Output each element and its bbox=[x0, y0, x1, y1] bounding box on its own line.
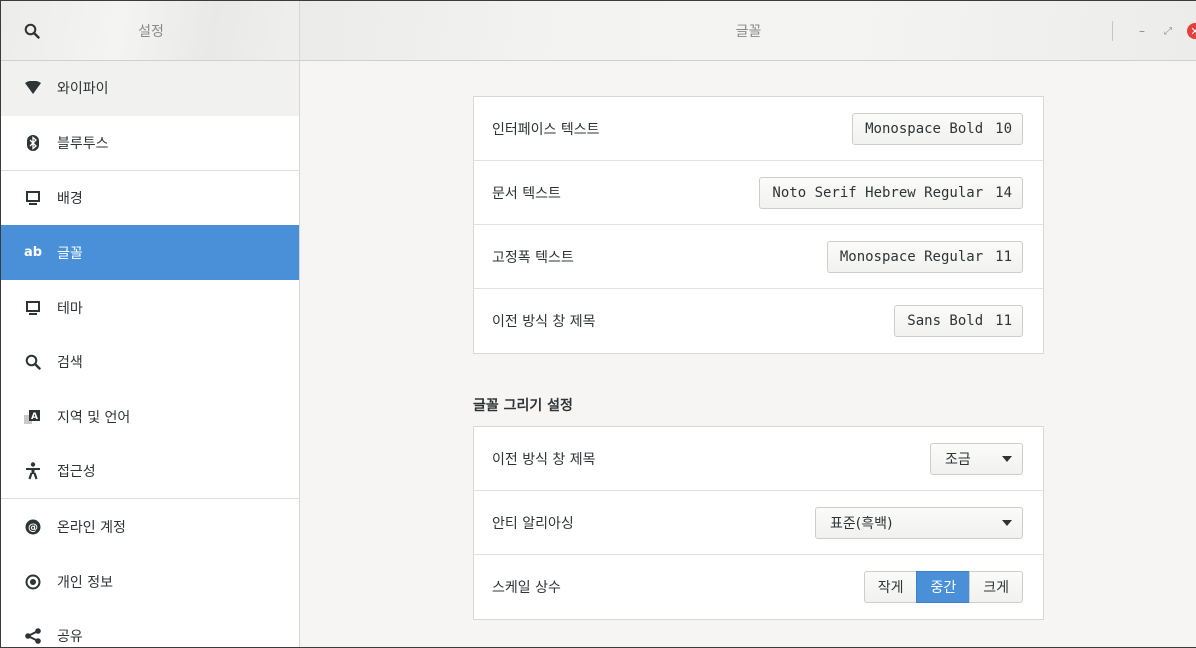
wifi-icon bbox=[23, 78, 43, 98]
settings-window: 설정 글꼴 – ⤢ ✕ 와이파이 bbox=[0, 0, 1196, 648]
language-icon: A bbox=[23, 407, 43, 427]
font-icon: ab bbox=[23, 245, 43, 261]
dropdown-value: 표준(흑백) bbox=[830, 515, 893, 532]
monitor-icon bbox=[23, 188, 43, 208]
row-label: 고정폭 텍스트 bbox=[492, 249, 574, 266]
font-row-document: 문서 텍스트 Noto Serif Hebrew Regular 14 bbox=[474, 161, 1043, 225]
sidebar-item-search[interactable]: 검색 bbox=[1, 335, 299, 390]
monitor-icon bbox=[23, 298, 43, 318]
scale-large-button[interactable]: 크게 bbox=[969, 571, 1023, 603]
row-label: 인터페이스 텍스트 bbox=[492, 121, 600, 138]
share-icon bbox=[23, 626, 43, 646]
document-font-button[interactable]: Noto Serif Hebrew Regular 14 bbox=[759, 176, 1023, 209]
scale-medium-button[interactable]: 중간 bbox=[916, 571, 971, 603]
sidebar-item-label: 와이파이 bbox=[57, 81, 109, 98]
sidebar: 와이파이 블루투스 배경 ab 글꼴 테마 검색 A 지역 및 언어 접근성 @… bbox=[1, 61, 300, 647]
page-title: 글꼴 bbox=[735, 23, 762, 40]
sidebar-item-label: 테마 bbox=[57, 300, 83, 317]
minimize-icon: – bbox=[1139, 24, 1145, 38]
font-name: Noto Serif Hebrew Regular bbox=[772, 184, 984, 201]
antialiasing-row: 안티 알리아싱 표준(흑백) bbox=[474, 491, 1043, 555]
font-name: Monospace Regular bbox=[839, 248, 984, 265]
sidebar-item-label: 지역 및 언어 bbox=[57, 410, 131, 427]
sidebar-item-bluetooth[interactable]: 블루투스 bbox=[1, 116, 299, 171]
rendering-panel: 이전 방식 창 제목 조금 안티 알리아싱 표준(흑백) 스케일 상수 작게 중… bbox=[473, 426, 1044, 620]
scaling-segmented-control: 작게 중간 크게 bbox=[863, 571, 1023, 603]
dropdown-arrow-icon bbox=[1002, 455, 1012, 462]
accessibility-icon bbox=[23, 461, 43, 481]
sidebar-item-label: 온라인 계정 bbox=[57, 519, 126, 536]
dropdown-arrow-icon bbox=[1002, 519, 1012, 526]
sidebar-item-label: 개인 정보 bbox=[57, 574, 113, 591]
privacy-icon bbox=[23, 572, 43, 592]
row-label: 문서 텍스트 bbox=[492, 185, 561, 202]
sidebar-item-region-language[interactable]: A 지역 및 언어 bbox=[1, 390, 299, 445]
font-row-interface: 인터페이스 텍스트 Monospace Bold 10 bbox=[474, 97, 1043, 161]
font-size: 14 bbox=[995, 184, 1012, 201]
sidebar-item-label: 접근성 bbox=[57, 464, 96, 481]
restore-icon: ⤢ bbox=[1164, 25, 1172, 37]
hinting-row: 이전 방식 창 제목 조금 bbox=[474, 427, 1043, 491]
at-icon: @ bbox=[23, 517, 43, 537]
app-title: 설정 bbox=[138, 23, 164, 40]
font-size: 11 bbox=[995, 248, 1012, 265]
restore-button[interactable]: ⤢ bbox=[1155, 18, 1181, 44]
bluetooth-icon bbox=[23, 133, 43, 153]
section-title: 글꼴 그리기 설정 bbox=[473, 398, 573, 414]
font-row-window-title: 이전 방식 창 제목 Sans Bold 11 bbox=[474, 289, 1043, 353]
hinting-dropdown[interactable]: 조금 bbox=[930, 442, 1023, 475]
font-name: Sans Bold bbox=[907, 313, 984, 329]
font-name: Monospace Bold bbox=[865, 120, 984, 137]
main-content: 인터페이스 텍스트 Monospace Bold 10 문서 텍스트 Noto … bbox=[301, 61, 1196, 647]
controls-divider bbox=[1112, 21, 1113, 41]
sidebar-item-wifi[interactable]: 와이파이 bbox=[1, 61, 299, 116]
sidebar-item-privacy[interactable]: 개인 정보 bbox=[1, 554, 299, 609]
scaling-row: 스케일 상수 작게 중간 크게 bbox=[474, 555, 1043, 619]
dropdown-value: 조금 bbox=[945, 451, 971, 468]
row-label: 이전 방식 창 제목 bbox=[492, 451, 596, 468]
font-size: 11 bbox=[995, 313, 1012, 329]
sidebar-item-theme[interactable]: 테마 bbox=[1, 280, 299, 335]
header-bar: 설정 글꼴 – ⤢ ✕ bbox=[1, 1, 1196, 61]
fonts-panel: 인터페이스 텍스트 Monospace Bold 10 문서 텍스트 Noto … bbox=[473, 96, 1044, 354]
sidebar-item-label: 블루투스 bbox=[57, 135, 109, 152]
window-controls: – ⤢ ✕ bbox=[1112, 1, 1196, 61]
sidebar-item-label: 배경 bbox=[57, 190, 83, 207]
font-size: 10 bbox=[995, 120, 1012, 137]
svg-text:A: A bbox=[31, 412, 38, 422]
sidebar-header: 설정 bbox=[1, 1, 300, 61]
close-button[interactable]: ✕ bbox=[1187, 23, 1196, 39]
sidebar-item-sharing[interactable]: 공유 bbox=[1, 609, 299, 647]
sidebar-item-label: 글꼴 bbox=[57, 245, 83, 262]
sidebar-item-online-accounts[interactable]: @ 온라인 계정 bbox=[1, 499, 299, 554]
font-row-monospace: 고정폭 텍스트 Monospace Regular 11 bbox=[474, 225, 1043, 289]
row-label: 안티 알리아싱 bbox=[492, 515, 574, 532]
sidebar-item-fonts[interactable]: ab 글꼴 bbox=[1, 225, 299, 281]
close-icon: ✕ bbox=[1190, 25, 1196, 38]
search-icon bbox=[23, 352, 43, 372]
row-label: 이전 방식 창 제목 bbox=[492, 314, 596, 330]
sidebar-item-accessibility[interactable]: 접근성 bbox=[1, 445, 299, 500]
sidebar-item-label: 공유 bbox=[57, 629, 83, 646]
sidebar-item-background[interactable]: 배경 bbox=[1, 171, 299, 226]
monospace-font-button[interactable]: Monospace Regular 11 bbox=[826, 240, 1023, 273]
svg-text:@: @ bbox=[28, 522, 38, 533]
minimize-button[interactable]: – bbox=[1129, 18, 1155, 44]
row-label: 스케일 상수 bbox=[492, 580, 561, 596]
sidebar-item-label: 검색 bbox=[57, 355, 83, 372]
search-icon bbox=[24, 23, 40, 39]
interface-font-button[interactable]: Monospace Bold 10 bbox=[852, 112, 1023, 145]
antialiasing-dropdown[interactable]: 표준(흑백) bbox=[815, 506, 1023, 539]
scale-small-button[interactable]: 작게 bbox=[863, 571, 918, 603]
window-title-font-button[interactable]: Sans Bold 11 bbox=[894, 305, 1023, 337]
content-header: 글꼴 – ⤢ ✕ bbox=[300, 1, 1196, 61]
search-button[interactable] bbox=[15, 14, 49, 48]
